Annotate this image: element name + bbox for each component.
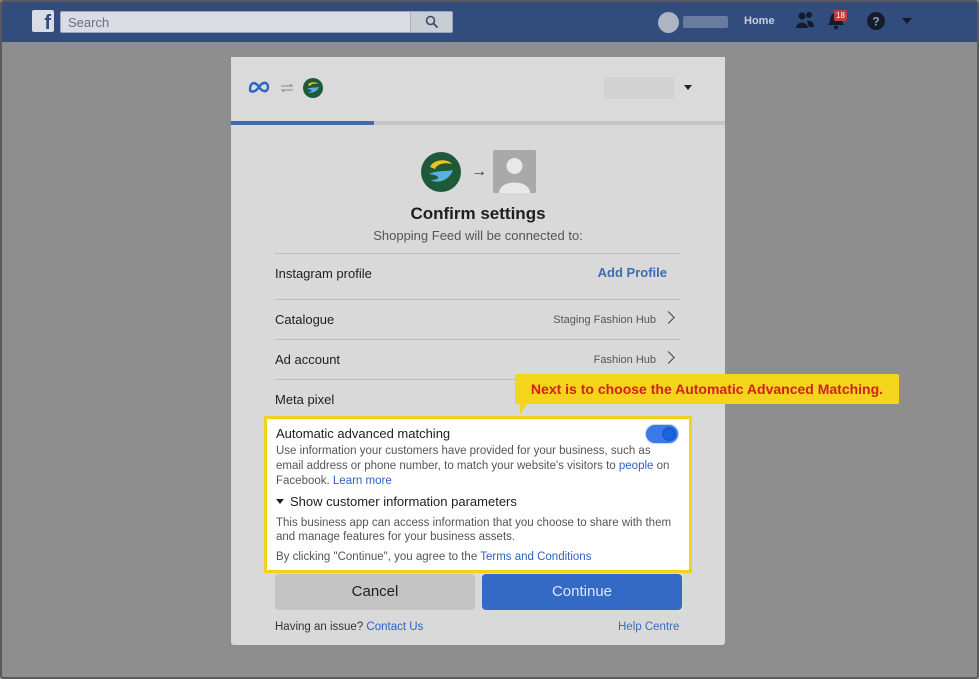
connect-arrows-icon	[280, 83, 294, 93]
row-label: Instagram profile	[275, 266, 372, 281]
dialog-subtitle: Shopping Feed will be connected to:	[373, 228, 583, 243]
terms-text: By clicking "Continue", you agree to the…	[276, 551, 591, 563]
continue-button[interactable]: Continue	[482, 574, 682, 610]
issue-prefix: Having an issue?	[275, 621, 367, 633]
progress-bar	[231, 121, 725, 125]
add-profile-button[interactable]: Add Profile	[598, 265, 667, 280]
progress-fill	[231, 121, 375, 125]
meta-logo-icon	[248, 81, 270, 93]
triangle-down-icon	[276, 499, 284, 504]
row-value: Staging Fashion Hub	[553, 314, 656, 326]
cancel-button[interactable]: Cancel	[275, 574, 475, 610]
profile-placeholder-icon	[493, 150, 536, 193]
search-icon	[425, 15, 439, 29]
advanced-matching-title: Automatic advanced matching	[276, 426, 451, 441]
row-label: Ad account	[275, 352, 341, 367]
chevron-right-icon	[662, 311, 675, 324]
search-input[interactable]	[61, 12, 401, 32]
learn-more-link[interactable]: Learn more	[333, 475, 392, 487]
advanced-matching-toggle[interactable]	[645, 424, 679, 444]
instagram-profile-row: Instagram profile Add Profile	[275, 253, 681, 293]
shopping-feed-large-logo-icon	[421, 152, 461, 192]
terms-link[interactable]: Terms and Conditions	[480, 551, 591, 563]
description-text: Use information your customers have prov…	[276, 445, 651, 472]
access-info-text: This business app can access information…	[276, 517, 672, 543]
account-menu-caret-icon[interactable]	[902, 17, 912, 25]
show-parameters-label: Show customer information parameters	[290, 494, 517, 509]
advanced-matching-highlight: Automatic advanced matching Use informat…	[264, 416, 692, 573]
account-name-redacted[interactable]	[604, 77, 674, 99]
callout-text: Next is to choose the Automatic Advanced…	[530, 381, 884, 397]
notification-badge: 18	[834, 10, 847, 21]
show-parameters-toggle[interactable]: Show customer information parameters	[276, 494, 517, 509]
row-label: Catalogue	[275, 312, 335, 327]
account-dropdown-caret-icon[interactable]	[684, 85, 692, 90]
dialog-title: Confirm settings	[410, 204, 546, 223]
people-link[interactable]: people	[619, 460, 654, 472]
facebook-logo-icon[interactable]: f	[32, 10, 54, 32]
contact-us-link[interactable]: Contact Us	[366, 621, 423, 633]
username-redacted[interactable]	[683, 16, 728, 28]
search-button[interactable]	[410, 12, 452, 32]
screen-frame: f Home 18 ?	[0, 0, 979, 679]
row-value: Fashion Hub	[593, 354, 656, 366]
dialog-header	[231, 57, 725, 121]
shopping-feed-logo-icon	[303, 78, 323, 98]
arrow-right-icon: →	[471, 163, 487, 180]
toggle-knob	[662, 427, 676, 441]
issue-text: Having an issue? Contact Us	[275, 621, 423, 633]
advanced-matching-description: Use information your customers have prov…	[276, 444, 681, 489]
terms-prefix: By clicking "Continue", you agree to the	[276, 551, 481, 563]
friends-icon[interactable]	[795, 11, 815, 29]
help-centre-link[interactable]: Help Centre	[618, 621, 679, 633]
instruction-callout: Next is to choose the Automatic Advanced…	[515, 374, 899, 404]
catalogue-row[interactable]: Catalogue Staging Fashion Hub	[275, 299, 681, 339]
ad-account-row[interactable]: Ad account Fashion Hub	[275, 339, 681, 379]
chevron-right-icon	[662, 351, 675, 364]
user-avatar[interactable]	[658, 12, 679, 33]
home-link[interactable]: Home	[744, 15, 775, 27]
row-label: Meta pixel	[275, 392, 335, 407]
search-box	[60, 11, 453, 33]
svg-text:?: ?	[872, 15, 879, 29]
top-navigation-bar: f Home 18 ?	[2, 2, 977, 42]
help-icon[interactable]: ?	[866, 11, 886, 31]
